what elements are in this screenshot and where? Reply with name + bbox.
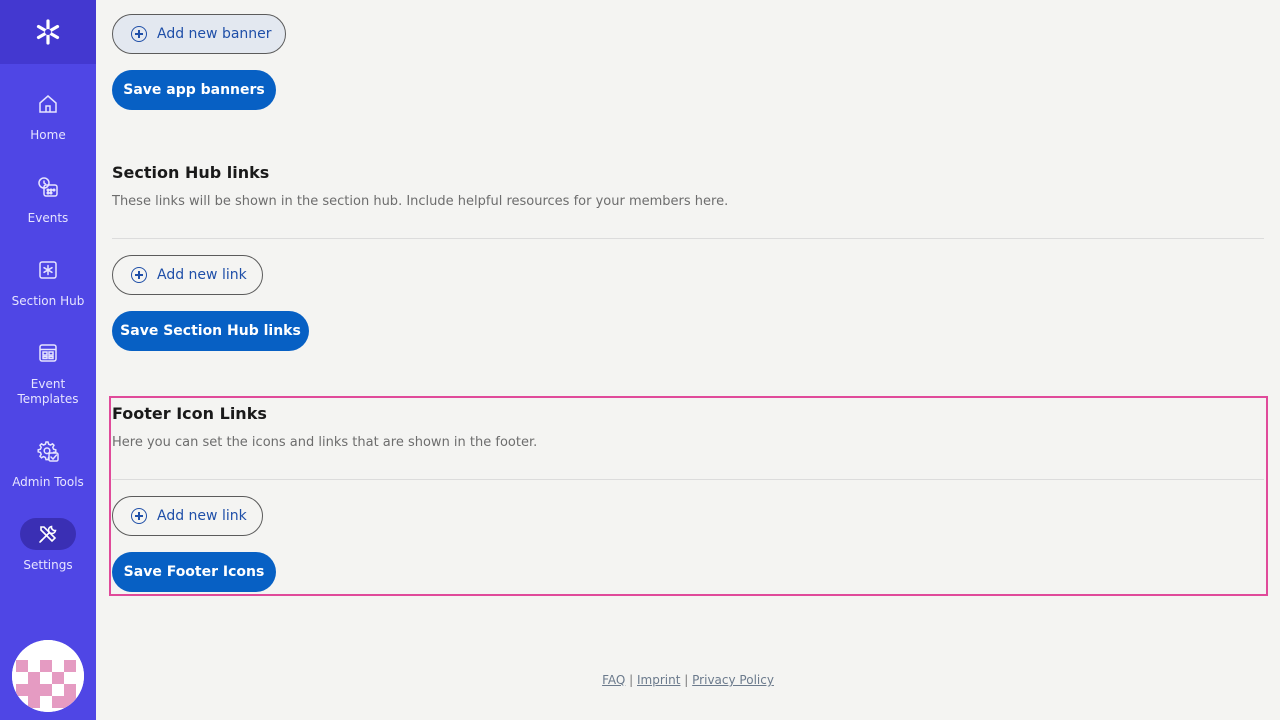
add-footer-link-button[interactable]: Add new link	[112, 496, 263, 536]
plus-circle-icon	[131, 26, 147, 42]
home-icon	[20, 88, 76, 120]
sidebar-item-label: Admin Tools	[12, 475, 84, 489]
footer-icon-links-description: Here you can set the icons and links tha…	[112, 435, 538, 450]
add-link-label: Add new link	[157, 267, 247, 283]
sidebar-item-section-hub[interactable]: Section Hub	[0, 254, 96, 309]
footer-separator: |	[629, 673, 634, 687]
sidebar: Home Events Section Hub Event Templates …	[0, 0, 96, 720]
sidebar-item-events[interactable]: Events	[0, 171, 96, 226]
footer-icon-links-title: Footer Icon Links	[112, 404, 267, 423]
app-logo[interactable]	[0, 0, 96, 64]
sidebar-item-label: Section Hub	[11, 294, 85, 308]
section-hub-description: These links will be shown in the section…	[112, 194, 729, 209]
privacy-policy-link[interactable]: Privacy Policy	[692, 673, 774, 687]
sidebar-item-label: Settings	[23, 558, 73, 572]
save-section-hub-links-button[interactable]: Save Section Hub links	[112, 311, 309, 351]
sidebar-item-label: Events	[27, 211, 69, 225]
admin-tools-icon	[20, 435, 76, 467]
plus-circle-icon	[131, 508, 147, 524]
section-hub-title: Section Hub links	[112, 163, 270, 182]
save-footer-icons-button[interactable]: Save Footer Icons	[112, 552, 276, 592]
sidebar-item-settings[interactable]: Settings	[0, 518, 96, 573]
divider	[112, 238, 1264, 239]
add-banner-button[interactable]: Add new banner	[112, 14, 286, 54]
add-section-hub-link-button[interactable]: Add new link	[112, 255, 263, 295]
main-content: Add new banner Save app banners Section …	[96, 0, 1280, 720]
imprint-link[interactable]: Imprint	[637, 673, 680, 687]
asterisk-logo-icon	[36, 19, 60, 45]
faq-link[interactable]: FAQ	[602, 673, 625, 687]
settings-icon	[20, 518, 76, 550]
add-banner-label: Add new banner	[157, 26, 272, 42]
sidebar-item-home[interactable]: Home	[0, 88, 96, 143]
section-hub-icon	[20, 254, 76, 286]
avatar-pattern-icon	[12, 640, 84, 712]
sidebar-item-admin-tools[interactable]: Admin Tools	[0, 435, 96, 490]
save-app-banners-button[interactable]: Save app banners	[112, 70, 276, 110]
add-link-label: Add new link	[157, 508, 247, 524]
sidebar-item-label: Home	[30, 128, 66, 142]
plus-circle-icon	[131, 267, 147, 283]
templates-icon	[20, 337, 76, 369]
footer-icon-links-section	[109, 396, 1268, 596]
footer-separator: |	[684, 673, 689, 687]
page-footer: FAQ | Imprint | Privacy Policy	[96, 673, 1280, 687]
divider	[112, 479, 1264, 480]
events-icon	[20, 171, 76, 203]
sidebar-item-event-templates[interactable]: Event Templates	[0, 337, 96, 407]
avatar[interactable]	[12, 640, 84, 712]
sidebar-item-label: Event Templates	[17, 377, 79, 406]
